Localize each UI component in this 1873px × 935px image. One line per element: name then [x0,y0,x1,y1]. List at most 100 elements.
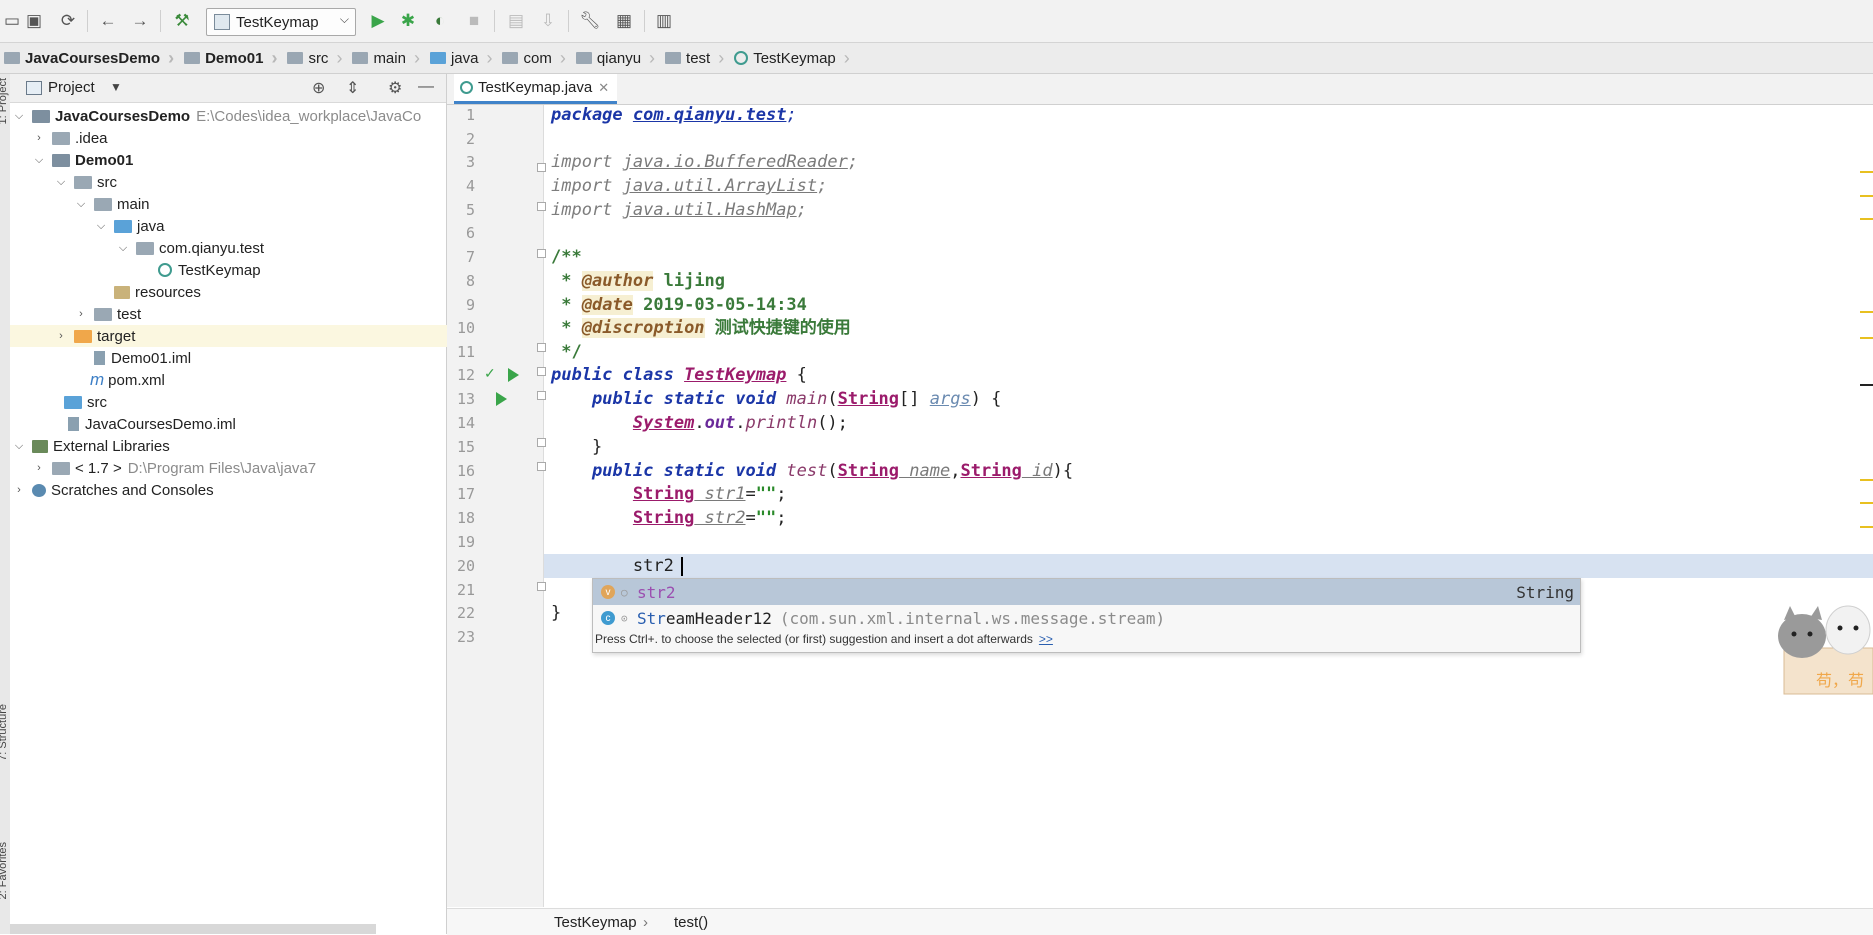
crumb-src[interactable]: src › [283,43,348,73]
crumb-class[interactable]: TestKeymap › [730,43,856,73]
tree-item-src-root[interactable]: src [10,391,500,413]
vcs-commit-icon[interactable]: ⇩ [536,9,560,33]
crumb-main[interactable]: main › [348,43,426,73]
fold-marker[interactable] [537,202,546,211]
text-caret [681,557,683,576]
tree-item-idea[interactable]: › .idea [10,127,468,149]
collapse-all-icon[interactable]: ⇕ [346,78,359,98]
horizontal-scrollbar[interactable] [10,924,376,934]
warning-marker[interactable] [1860,479,1873,481]
project-side-tab[interactable]: 1: Project [0,78,9,124]
main-toolbar: ▭ ▣ ⟳ ← → ⚒ TestKeymap ⌵ ▶ ✱ ◐ ■ ▤ ⇩ 🔧︎ … [0,0,1873,43]
crumb-java[interactable]: java › [426,43,499,73]
run-class-gutter-icon[interactable] [508,368,519,382]
line-number: 3 [465,153,475,171]
bottom-crumb-method[interactable]: test() [674,914,708,931]
favorites-side-tab[interactable]: 2: Favorites [0,842,9,899]
structure-side-tab[interactable]: 7: Structure [0,704,9,761]
fold-marker[interactable] [537,462,546,471]
warning-marker[interactable] [1860,171,1873,173]
chevron-down-icon[interactable]: ⌵ [12,110,26,123]
editor-tab-testkeymap[interactable]: TestKeymap.java ✕ [454,74,618,104]
warning-marker[interactable] [1860,526,1873,528]
warning-marker[interactable] [1860,218,1873,220]
forward-icon[interactable]: → [128,9,152,33]
open-folder-icon[interactable]: ▭ [0,9,24,33]
project-panel-title[interactable]: Project [48,79,95,96]
chevron-right-icon[interactable]: › [32,132,46,144]
completion-name: str2 [637,582,676,602]
tree-item-target[interactable]: › target [10,325,490,347]
fold-marker[interactable] [537,249,546,258]
project-panel: Project ▼ ⊕ ⇕ ⚙ — ⌵ JavaCoursesDemo E:\Cod… [10,74,490,934]
chevron-down-icon[interactable]: ⌵ [32,154,46,167]
crumb-test[interactable]: test › [661,43,730,73]
crumb-module[interactable]: Demo01 › [180,43,283,73]
vcs-update-icon[interactable]: ▤ [504,9,528,33]
settings-wrench-icon[interactable]: 🔧︎ [578,9,602,33]
sync-icon[interactable]: ⟳ [56,9,80,33]
tree-item-external-libraries[interactable]: ⌵ External Libraries [10,435,448,457]
hide-icon[interactable]: — [418,78,434,96]
package-icon [665,52,682,64]
fold-marker[interactable] [537,367,546,376]
tree-item-test[interactable]: › test [10,303,510,325]
warning-marker[interactable] [1860,195,1873,197]
line-number: 2 [465,130,475,148]
chevron-down-icon[interactable]: ⌵ [116,242,130,255]
stop-icon[interactable]: ■ [462,9,486,33]
editor-tab-bar: TestKeymap.java ✕ [447,74,1873,105]
warning-marker[interactable] [1860,337,1873,339]
chevron-right-icon[interactable]: › [54,330,68,342]
completion-item-str2[interactable]: v ○ str2 String [593,579,1580,605]
project-structure-icon[interactable]: ▦ [612,9,636,33]
warning-marker[interactable] [1860,502,1873,504]
folder-icon [52,131,70,145]
close-icon[interactable]: ✕ [598,80,609,96]
tree-item-demo01[interactable]: ⌵ Demo01 [10,149,468,171]
build-hammer-icon[interactable]: ⚒ [170,9,194,33]
line-number: 23 [456,628,475,646]
locate-icon[interactable]: ⊕ [312,78,325,98]
crumb-com[interactable]: com › [498,43,571,73]
crumb-qianyu[interactable]: qianyu › [572,43,661,73]
chevron-right-icon: › [413,47,420,68]
bottom-crumb-class[interactable]: TestKeymap [554,914,637,931]
tree-item-jdk[interactable]: › < 1.7 > D:\Program Files\Java\java7 [10,457,468,479]
gear-icon[interactable]: ⚙ [388,78,402,98]
chevron-right-icon[interactable]: › [32,462,46,474]
folder-icon [74,175,92,189]
run-main-gutter-icon[interactable] [496,392,507,406]
sticker-caption: 苟，苟 [1816,672,1864,690]
sdk-icon[interactable]: ▥ [652,9,676,33]
chevron-down-icon[interactable]: ▼ [110,80,122,94]
tree-item-scratches[interactable]: › Scratches and Consoles [10,479,448,501]
fold-marker[interactable] [537,582,546,591]
tree-item-project-iml[interactable]: JavaCoursesDemo.iml [10,413,504,435]
chevron-down-icon[interactable]: ⌵ [74,198,88,211]
chevron-down-icon[interactable]: ⌵ [94,220,108,233]
tree-item-src[interactable]: ⌵ src [10,171,490,193]
debug-icon[interactable]: ✱ [396,9,420,33]
tree-label: com.qianyu.test [159,239,265,257]
fold-marker[interactable] [537,438,546,447]
save-icon[interactable]: ▣ [22,9,46,33]
run-configuration-select[interactable]: TestKeymap ⌵ [206,8,356,36]
tree-item-project[interactable]: ⌵ JavaCoursesDemo E:\Codes\idea_workplace\… [10,105,448,127]
hint-more-link[interactable]: >> [1039,632,1053,646]
back-icon[interactable]: ← [96,9,120,33]
chevron-down-icon[interactable]: ⌵ [54,176,68,189]
fold-marker[interactable] [537,343,546,352]
chevron-right-icon[interactable]: › [74,308,88,320]
run-icon[interactable]: ▶ [366,9,390,33]
fold-marker[interactable] [537,391,546,400]
fold-marker[interactable] [537,163,546,172]
tree-item-main[interactable]: ⌵ main [10,193,510,215]
tree-path: D:\Program Files\Java\java7 [127,459,317,477]
chevron-right-icon[interactable]: › [12,484,26,496]
chevron-down-icon[interactable]: ⌵ [12,440,26,453]
warning-marker[interactable] [1860,311,1873,313]
completion-item-streamheader12[interactable]: c ⊙ StreamHeader12 (com.sun.xml.internal… [593,605,1580,631]
coverage-icon[interactable]: ◐ [428,9,452,33]
crumb-project[interactable]: JavaCoursesDemo › [0,43,180,73]
